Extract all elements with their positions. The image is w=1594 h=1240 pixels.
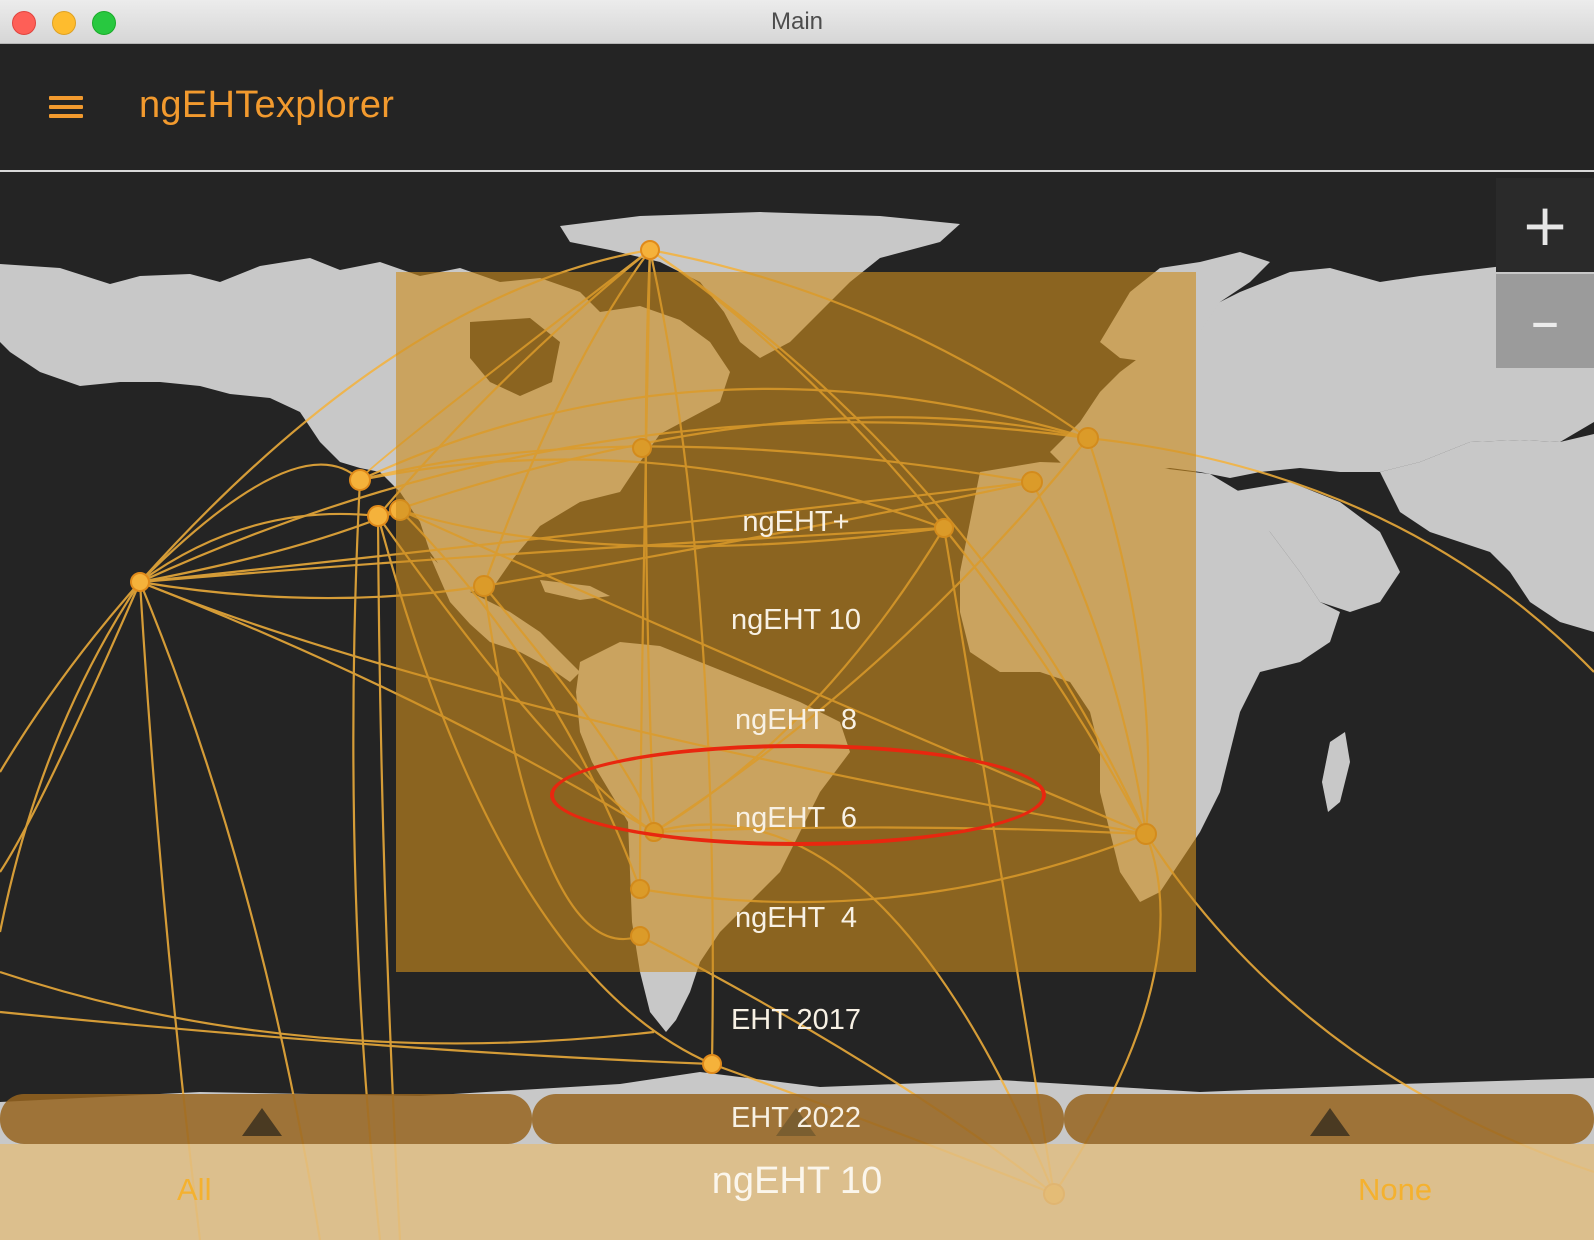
array-option-ngeht-plus[interactable]: ngEHT+ <box>396 492 1196 552</box>
app-title: ngEHTexplorer <box>139 84 395 126</box>
select-all-button[interactable]: All <box>177 1172 211 1208</box>
array-option-eht-2017[interactable]: EHT 2017 <box>396 990 1196 1050</box>
station-dot[interactable] <box>367 505 389 527</box>
array-option-ngeht-4[interactable]: ngEHT 4 <box>396 888 1196 948</box>
array-option-ngeht-8[interactable]: ngEHT 8 <box>396 690 1196 750</box>
array-selection-bar <box>0 1144 1594 1240</box>
select-none-button[interactable]: None <box>1358 1172 1432 1208</box>
station-dot[interactable] <box>130 572 150 592</box>
zoom-out-button[interactable]: – <box>1496 274 1594 368</box>
array-dropdown[interactable]: ngEHT+ ngEHT 10 ngEHT 8 ngEHT 6 ngEHT 4 … <box>396 272 1196 1134</box>
station-dot[interactable] <box>640 240 660 260</box>
array-option-ngeht-10[interactable]: ngEHT 10 <box>396 590 1196 650</box>
array-option-ngeht-6[interactable]: ngEHT 6 <box>396 788 1196 848</box>
station-dot[interactable] <box>702 1054 722 1074</box>
madagascar-landmass <box>1322 732 1350 812</box>
window-titlebar: Main <box>0 0 1594 44</box>
station-dot[interactable] <box>349 469 371 491</box>
window-title: Main <box>770 8 824 35</box>
array-option-eht-2022[interactable]: EHT 2022 <box>396 1088 1196 1148</box>
zoom-in-button[interactable]: + <box>1496 178 1594 272</box>
app-bar: ngEHTexplorer <box>0 44 1594 172</box>
hamburger-menu-icon[interactable] <box>46 92 86 122</box>
zoom-controls: + – <box>1496 178 1594 368</box>
